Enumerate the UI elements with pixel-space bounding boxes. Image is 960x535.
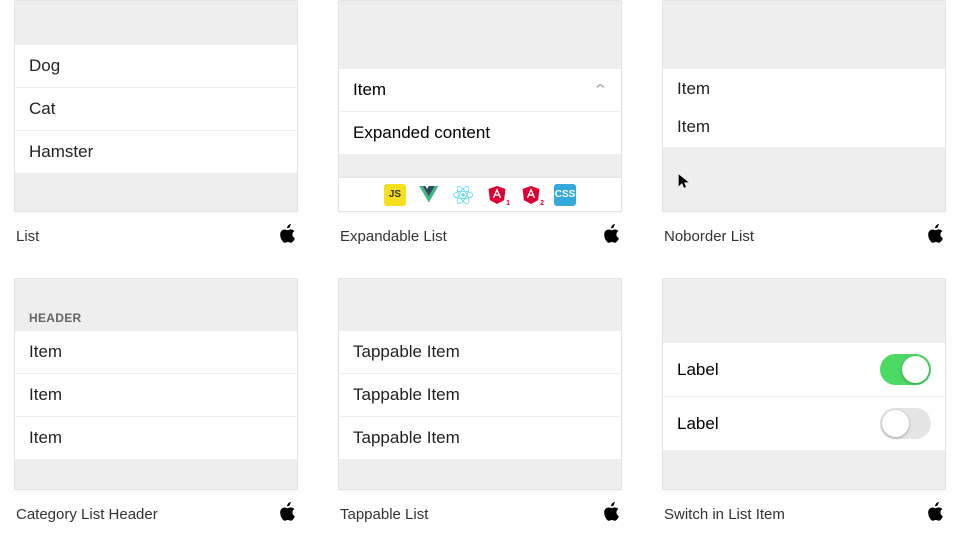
- tappable-item[interactable]: Tappable Item: [339, 331, 621, 374]
- apple-icon: [927, 502, 944, 526]
- vue-icon[interactable]: [418, 184, 440, 206]
- caption-label: Noborder List: [664, 228, 754, 245]
- chevron-up-icon: ⌃: [593, 81, 609, 99]
- list-item[interactable]: Item: [15, 374, 297, 417]
- caption-label: List: [16, 228, 39, 245]
- list-item[interactable]: Item: [663, 109, 945, 147]
- apple-icon: [927, 224, 944, 248]
- tappable-item[interactable]: Tappable Item: [339, 374, 621, 417]
- apple-icon: [603, 224, 620, 248]
- card-category-header: HEADER Item Item Item Category List Head…: [14, 278, 298, 526]
- apple-icon: [603, 502, 620, 526]
- panel-list: Dog Cat Hamster: [14, 0, 298, 212]
- caption-label: Switch in List Item: [664, 506, 785, 523]
- list-item[interactable]: Hamster: [15, 131, 297, 173]
- list-item[interactable]: Dog: [15, 45, 297, 88]
- react-icon[interactable]: [452, 184, 474, 206]
- list-item[interactable]: Item: [663, 69, 945, 109]
- toggle-switch[interactable]: [880, 408, 931, 439]
- panel-tappable: Tappable Item Tappable Item Tappable Ite…: [338, 278, 622, 490]
- list-item[interactable]: Item: [15, 417, 297, 459]
- apple-icon: [279, 502, 296, 526]
- apple-icon: [279, 224, 296, 248]
- angular2-icon[interactable]: [520, 184, 542, 206]
- caption-label: Expandable List: [340, 228, 447, 245]
- cursor-icon: [676, 173, 692, 189]
- expandable-row[interactable]: Item ⌃: [339, 69, 621, 112]
- card-tappable: Tappable Item Tappable Item Tappable Ite…: [338, 278, 622, 526]
- js-icon[interactable]: JS: [384, 184, 406, 206]
- list-tappable: Tappable Item Tappable Item Tappable Ite…: [339, 331, 621, 459]
- angular1-icon[interactable]: [486, 184, 508, 206]
- panel-noborder: Item Item: [662, 0, 946, 212]
- card-expandable: Item ⌃ Expanded content JS CSS Expandabl…: [338, 0, 622, 248]
- caption-label: Tappable List: [340, 506, 428, 523]
- list-simple: Dog Cat Hamster: [15, 45, 297, 173]
- panel-category-header: HEADER Item Item Item: [14, 278, 298, 490]
- css-icon[interactable]: CSS: [554, 184, 576, 206]
- panel-switch: Label Label: [662, 278, 946, 490]
- list-item[interactable]: Cat: [15, 88, 297, 131]
- switch-row: Label: [663, 397, 945, 450]
- list-with-header: Item Item Item: [15, 331, 297, 459]
- expandable-row-label: Item: [353, 80, 386, 100]
- caption-label: Category List Header: [16, 506, 158, 523]
- list-noborder: Item Item: [663, 69, 945, 147]
- toggle-switch[interactable]: [880, 354, 931, 385]
- list-header: HEADER: [15, 301, 297, 331]
- switch-label: Label: [677, 414, 719, 434]
- card-switch: Label Label Switch in List Item: [662, 278, 946, 526]
- switch-row: Label: [663, 343, 945, 397]
- tappable-item[interactable]: Tappable Item: [339, 417, 621, 459]
- card-list: Dog Cat Hamster List: [14, 0, 298, 248]
- panel-expandable: Item ⌃ Expanded content JS CSS: [338, 0, 622, 212]
- switch-label: Label: [677, 360, 719, 380]
- expandable-content: Expanded content: [339, 112, 621, 154]
- framework-badges: JS CSS: [339, 177, 621, 211]
- list-item[interactable]: Item: [15, 331, 297, 374]
- card-noborder: Item Item Noborder List: [662, 0, 946, 248]
